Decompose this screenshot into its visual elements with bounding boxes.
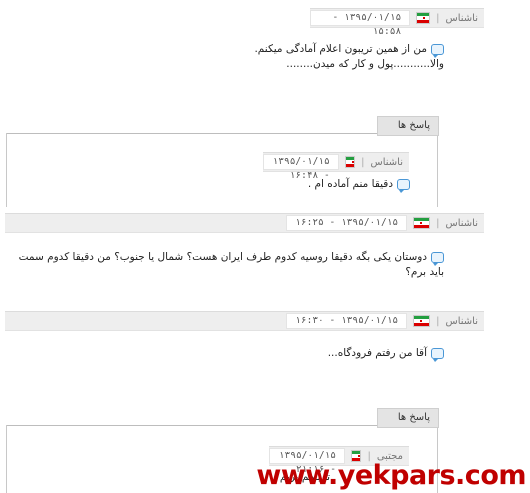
speech-bubble-icon [397, 178, 410, 193]
comment-date: ۱۳۹۵/۰۱/۱۵ - ۱۶:۳۰ [286, 313, 408, 329]
speech-bubble-icon [431, 43, 444, 58]
comment-date: ۱۳۹۵/۰۱/۱۵ - ۱۶:۴۸ [263, 154, 339, 181]
comment-text: والا...........پول و کار که میدن........ [286, 58, 444, 70]
comment-author: ناشناس [370, 156, 403, 168]
meta-separator: | [361, 156, 365, 168]
meta-separator: | [436, 217, 440, 229]
comment-text: دقیقا منم آماده ام . [307, 178, 393, 190]
comment-author: ناشناس [445, 315, 478, 327]
comment-meta-bar: ناشناس | ۱۳۹۵/۰۱/۱۵ - ۱۶:۴۸ [263, 152, 409, 181]
meta-separator: | [436, 12, 440, 24]
replies-label[interactable]: پاسخ ها [377, 408, 439, 428]
watermark-text: www.yekpars.com [256, 460, 526, 491]
comment-author: ناشناس [445, 217, 478, 229]
comment-body: دقیقا منم آماده ام . [110, 177, 410, 193]
comment-text: دوستان یکی بگه دقیقا روسیه کدوم طرف ایرا… [18, 251, 444, 278]
iran-flag-icon [416, 12, 431, 24]
comment-body: دوستان یکی بگه دقیقا روسیه کدوم طرف ایرا… [4, 250, 444, 280]
comment-meta-bar: ناشناس | ۱۳۹۵/۰۱/۱۵ - ۱۶:۲۵ [5, 213, 484, 233]
comment-date: ۱۳۹۵/۰۱/۱۵ - ۱۶:۲۵ [286, 215, 408, 231]
meta-separator: | [436, 315, 440, 327]
comment-meta-bar: ناشناس | ۱۳۹۵/۰۱/۱۵ - ۱۵:۵۸ [310, 8, 484, 37]
comment-author: ناشناس [445, 12, 478, 24]
speech-bubble-icon [431, 251, 444, 266]
comment-text: من از همین تریبون اعلام آمادگی میکنم. [254, 43, 427, 55]
comment-text: آقا من رفتم فرودگاه... [327, 347, 427, 359]
iran-flag-icon [413, 315, 431, 327]
iran-flag-icon [413, 217, 431, 229]
comment-body: من از همین تریبون اعلام آمادگی میکنم. وا… [24, 42, 444, 72]
comment-body: آقا من رفتم فرودگاه... [144, 346, 444, 362]
comment-meta-bar: ناشناس | ۱۳۹۵/۰۱/۱۵ - ۱۶:۳۰ [5, 311, 484, 331]
iran-flag-icon [344, 156, 356, 168]
speech-bubble-icon [431, 347, 444, 362]
comment-date: ۱۳۹۵/۰۱/۱۵ - ۱۵:۵۸ [310, 10, 411, 37]
replies-label[interactable]: پاسخ ها [377, 116, 439, 136]
